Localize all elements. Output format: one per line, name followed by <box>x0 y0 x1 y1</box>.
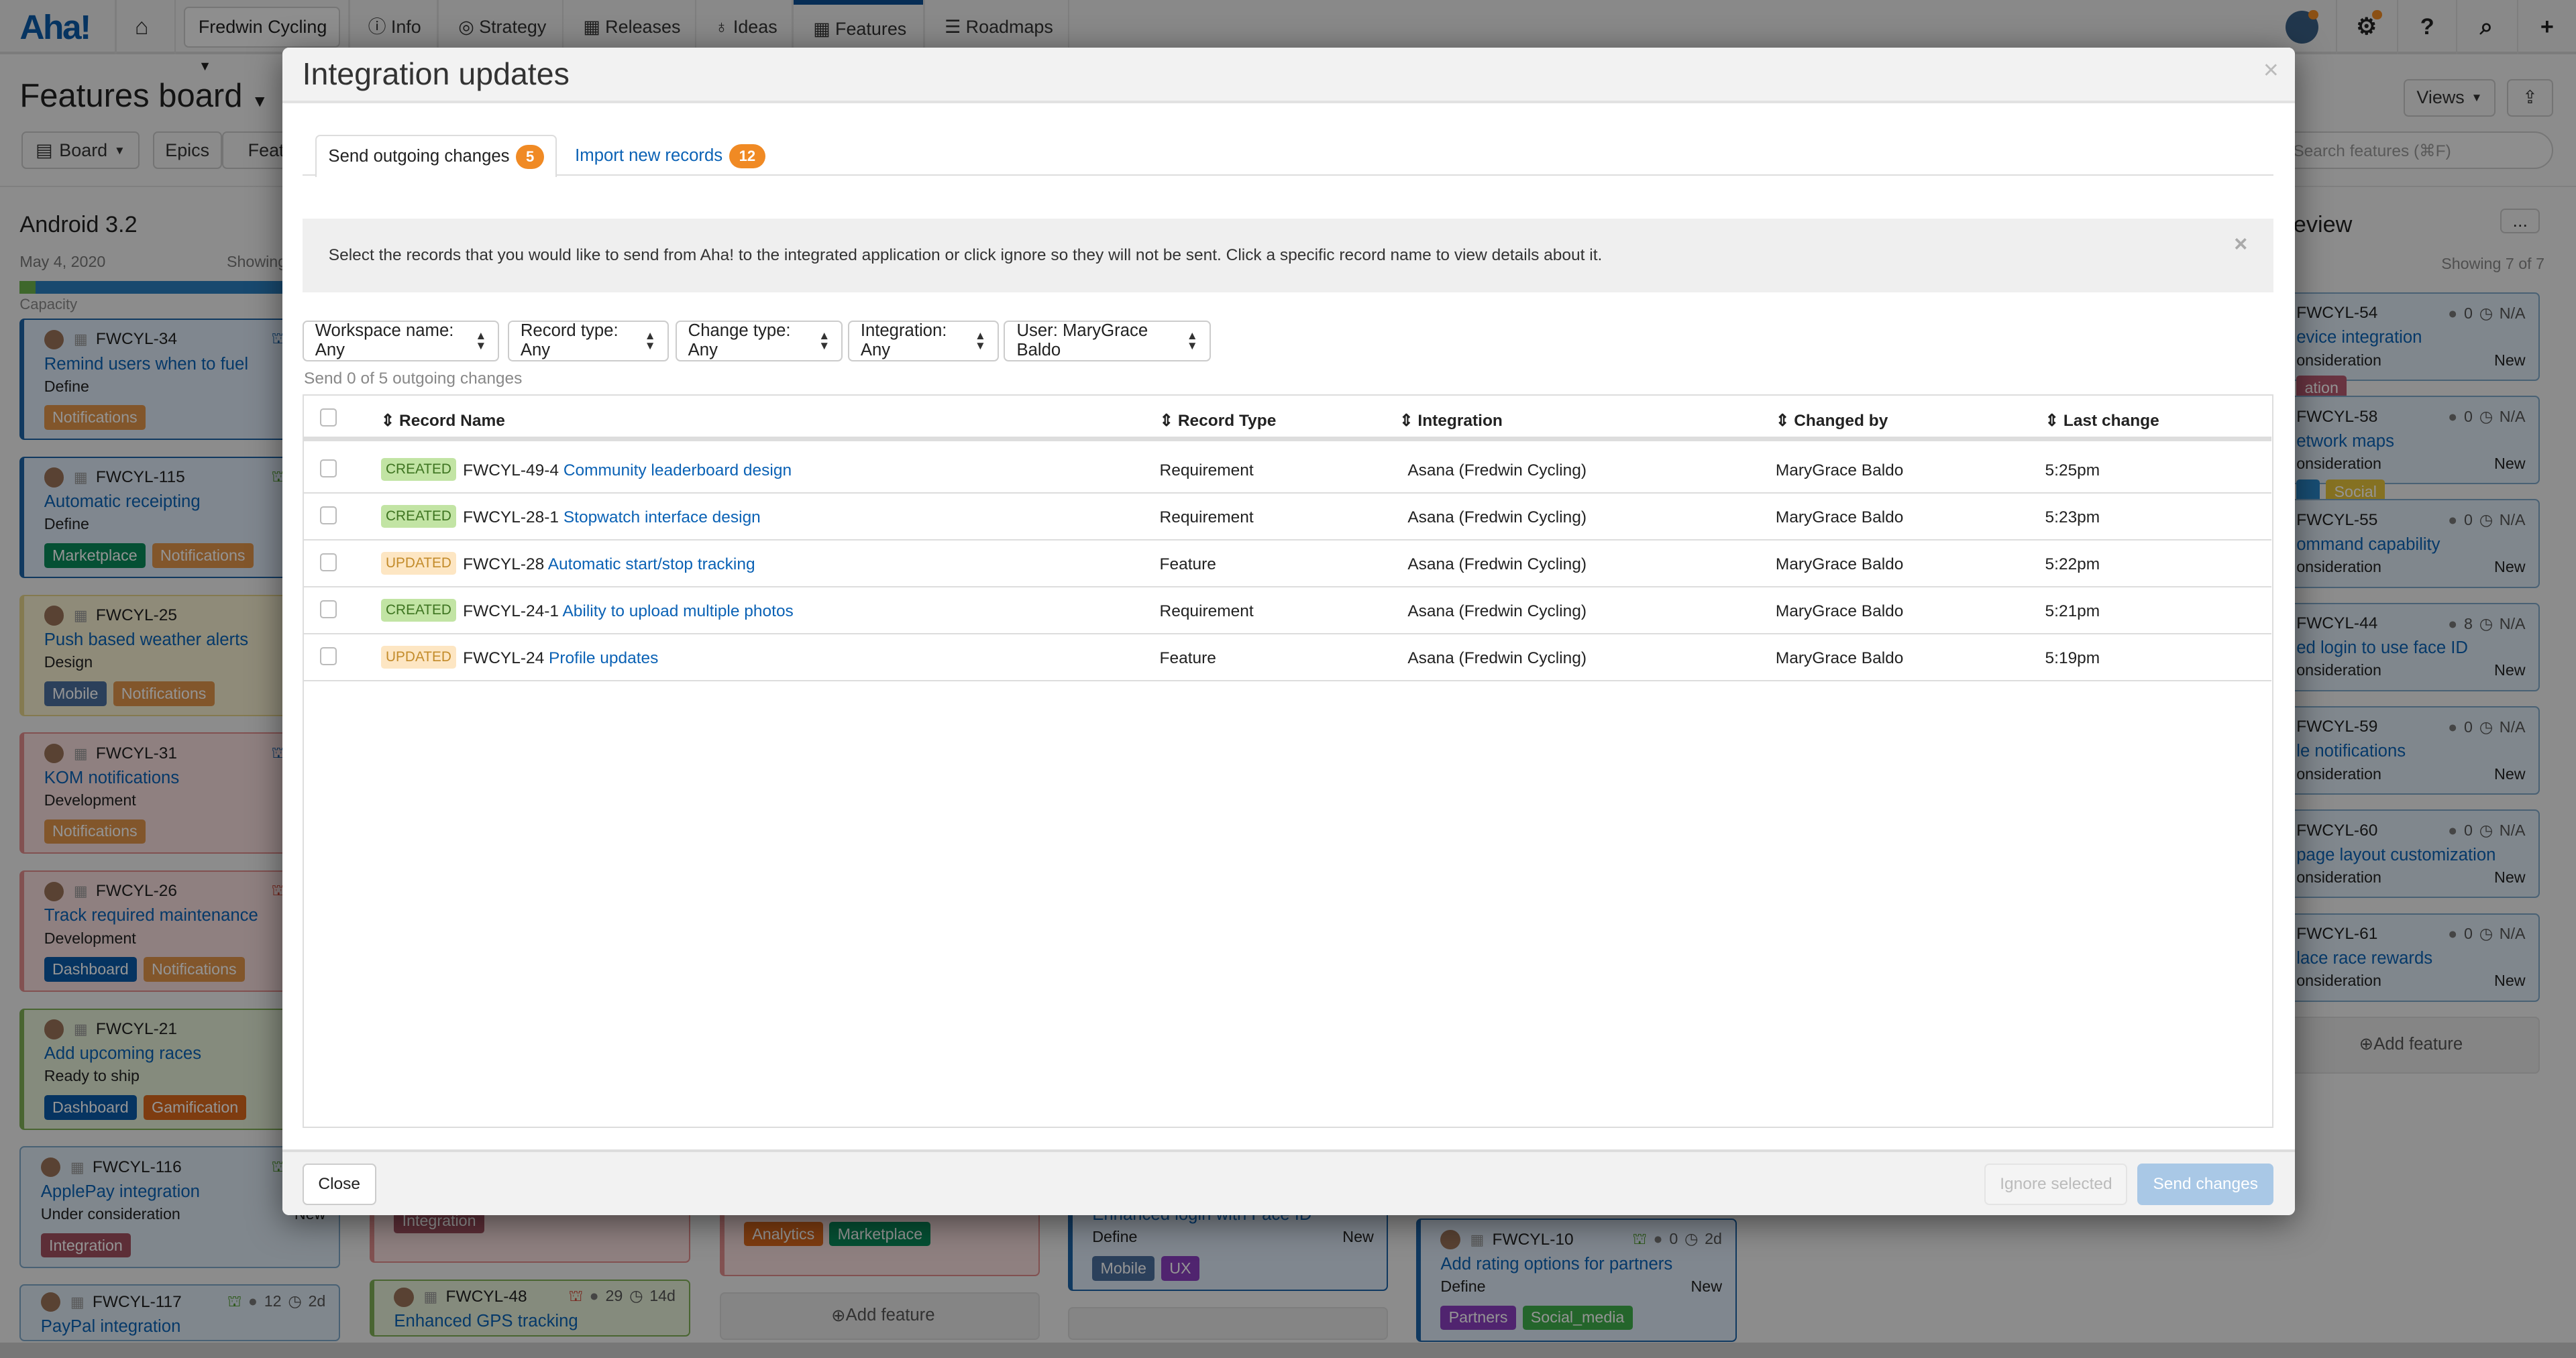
record-ref: FWCYL-24-1 <box>463 602 559 620</box>
workspace-filter[interactable]: Workspace name: Any▲▼ <box>303 321 500 361</box>
record-name: FWCYL-28-1 Stopwatch interface design <box>463 508 761 527</box>
change-type-filter[interactable]: Change type: Any▲▼ <box>676 321 843 361</box>
sort-record-type[interactable]: ⇕ Record Type <box>1160 410 1277 431</box>
changed-by: MaryGrace Baldo <box>1776 649 1904 668</box>
row-checkbox[interactable] <box>320 553 336 571</box>
integration-name: Asana (Fredwin Cycling) <box>1407 461 1587 480</box>
integration-name: Asana (Fredwin Cycling) <box>1407 508 1587 527</box>
record-name-link[interactable]: Ability to upload multiple photos <box>562 602 793 620</box>
sort-integration[interactable]: ⇕ Integration <box>1399 410 1503 431</box>
changed-by: MaryGrace Baldo <box>1776 508 1904 527</box>
table-row: CREATED FWCYL-49-4 Community leaderboard … <box>304 447 2272 494</box>
integration-filter[interactable]: Integration: Any▲▼ <box>848 321 999 361</box>
modal-title: Integration updates <box>303 56 570 92</box>
record-name: FWCYL-24 Profile updates <box>463 649 658 668</box>
record-name-link[interactable]: Community leaderboard design <box>564 461 792 479</box>
sort-arrows-icon: ▲▼ <box>818 331 830 350</box>
record-name-link[interactable]: Profile updates <box>549 649 658 667</box>
user-filter[interactable]: User: MaryGrace Baldo▲▼ <box>1004 321 1211 361</box>
app: Aha! ⌂ Fredwin Cycling ▼ ⓘInfo ◎Strategy… <box>0 0 2576 1343</box>
table-row: UPDATED FWCYL-24 Profile updates Feature As… <box>304 634 2272 681</box>
record-type: Feature <box>1160 649 1216 668</box>
tab-import-new-records[interactable]: Import new records12 <box>575 135 765 178</box>
table-header: ⇕ Record Name ⇕ Record Type ⇕ Integratio… <box>304 396 2272 442</box>
count-badge: 12 <box>729 144 765 168</box>
sort-arrows-icon: ▲▼ <box>975 331 986 350</box>
last-change: 5:19pm <box>2045 649 2100 668</box>
record-ref: FWCYL-24 <box>463 649 544 667</box>
sort-changed-by[interactable]: ⇕ Changed by <box>1776 410 1888 431</box>
close-button[interactable]: Close <box>303 1164 376 1204</box>
changed-by: MaryGrace Baldo <box>1776 555 1904 574</box>
table-row: CREATED FWCYL-28-1 Stopwatch interface de… <box>304 494 2272 541</box>
record-type: Requirement <box>1160 461 1254 480</box>
last-change: 5:23pm <box>2045 508 2100 527</box>
record-name: FWCYL-49-4 Community leaderboard design <box>463 461 792 480</box>
sort-last-change[interactable]: ⇕ Last change <box>2045 410 2159 431</box>
row-checkbox[interactable] <box>320 459 336 477</box>
integration-name: Asana (Fredwin Cycling) <box>1407 602 1587 621</box>
change-type-badge: UPDATED <box>381 646 457 669</box>
last-change: 5:25pm <box>2045 461 2100 480</box>
record-ref: FWCYL-28-1 <box>463 508 559 526</box>
last-change: 5:21pm <box>2045 602 2100 621</box>
sort-arrows-icon: ▲▼ <box>645 331 656 350</box>
modal-footer: Close Ignore selected Send changes <box>282 1149 2295 1215</box>
changed-by: MaryGrace Baldo <box>1776 602 1904 621</box>
row-checkbox[interactable] <box>320 647 336 665</box>
table-row: CREATED FWCYL-24-1 Ability to upload mult… <box>304 587 2272 634</box>
change-type-badge: CREATED <box>381 458 457 481</box>
record-name-link[interactable]: Automatic start/stop tracking <box>548 555 755 573</box>
record-ref: FWCYL-49-4 <box>463 461 559 479</box>
selection-count: Send 0 of 5 outgoing changes <box>304 370 522 388</box>
modal-header: Integration updates × <box>282 48 2295 103</box>
last-change: 5:22pm <box>2045 555 2100 574</box>
record-ref: FWCYL-28 <box>463 555 544 573</box>
integration-name: Asana (Fredwin Cycling) <box>1407 649 1587 668</box>
changes-table: ⇕ Record Name ⇕ Record Type ⇕ Integratio… <box>303 394 2274 1129</box>
sort-arrows-icon: ▲▼ <box>475 331 486 350</box>
record-type: Requirement <box>1160 508 1254 527</box>
change-type-badge: CREATED <box>381 599 457 622</box>
table-row: UPDATED FWCYL-28 Automatic start/stop tra… <box>304 541 2272 587</box>
dismiss-icon[interactable]: × <box>2234 231 2247 258</box>
record-type: Requirement <box>1160 602 1254 621</box>
send-changes-button[interactable]: Send changes <box>2137 1164 2273 1204</box>
record-type-filter[interactable]: Record type: Any▲▼ <box>508 321 669 361</box>
info-banner: Select the records that you would like t… <box>303 219 2274 292</box>
change-type-badge: CREATED <box>381 505 457 528</box>
count-badge: 5 <box>516 145 544 169</box>
record-name: FWCYL-24-1 Ability to upload multiple ph… <box>463 602 794 621</box>
info-text: Select the records that you would like t… <box>329 246 1603 265</box>
row-checkbox[interactable] <box>320 600 336 618</box>
record-type: Feature <box>1160 555 1216 574</box>
changed-by: MaryGrace Baldo <box>1776 461 1904 480</box>
select-all-checkbox[interactable] <box>320 408 336 427</box>
record-name-link[interactable]: Stopwatch interface design <box>564 508 761 526</box>
integration-updates-modal: Integration updates × Send outgoing chan… <box>282 48 2295 1215</box>
ignore-selected-button[interactable]: Ignore selected <box>1984 1164 2127 1204</box>
record-name: FWCYL-28 Automatic start/stop tracking <box>463 555 755 574</box>
integration-name: Asana (Fredwin Cycling) <box>1407 555 1587 574</box>
close-icon[interactable]: × <box>2263 56 2279 85</box>
change-type-badge: UPDATED <box>381 552 457 575</box>
sort-record-name[interactable]: ⇕ Record Name <box>381 410 505 431</box>
row-checkbox[interactable] <box>320 506 336 524</box>
sort-arrows-icon: ▲▼ <box>1187 331 1198 350</box>
tab-send-outgoing-changes[interactable]: Send outgoing changes5 <box>315 135 557 178</box>
